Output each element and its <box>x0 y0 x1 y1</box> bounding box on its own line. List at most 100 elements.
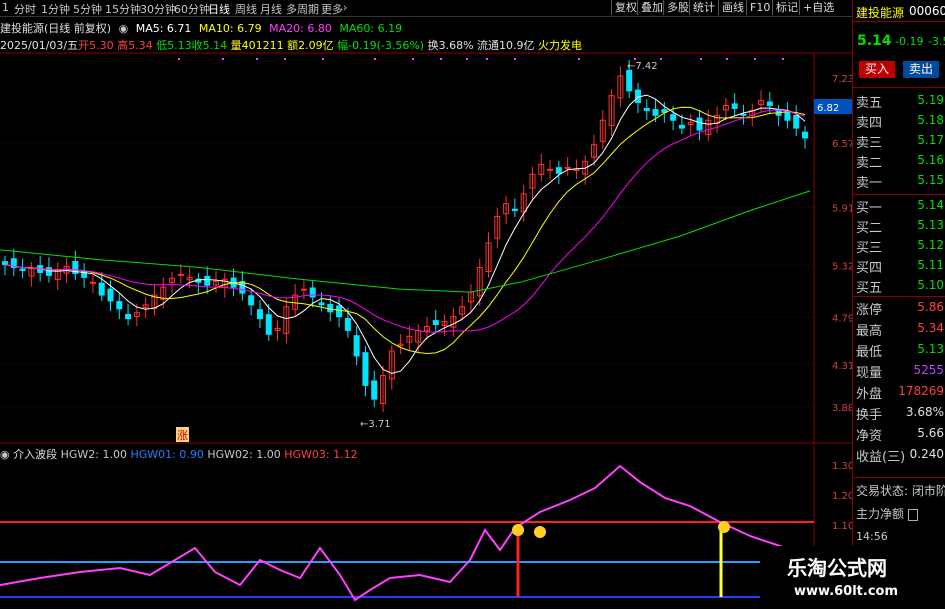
settings-icon[interactable]: ◉ <box>0 448 10 461</box>
stat-label: 最高 <box>856 324 883 339</box>
candle-body <box>265 314 272 335</box>
price-axis-label: 4.31 <box>832 361 852 372</box>
candle-body <box>327 303 334 313</box>
ask-row[interactable]: 卖一 5.15 <box>856 172 944 191</box>
signal-dot <box>322 58 324 60</box>
bid-row[interactable]: 买二 5.13 <box>856 217 944 236</box>
indicator-line <box>0 464 806 602</box>
tab-weekly[interactable]: 周线 <box>235 1 257 17</box>
tab-more[interactable]: 更多 <box>321 1 343 17</box>
settings-icon[interactable]: ◉ <box>119 22 129 35</box>
candle-body <box>555 167 562 174</box>
bid-row[interactable]: 买三 5.12 <box>856 237 944 256</box>
price-axis-label: 5.32 <box>832 262 852 273</box>
stat-value: 0.240 <box>909 447 944 461</box>
stats-button[interactable]: 统计 <box>689 0 718 15</box>
bid-row[interactable]: 买五 5.10 <box>856 277 944 296</box>
tab-60min[interactable]: 60分钟 <box>174 1 210 17</box>
f10-button[interactable]: F10 <box>746 0 773 15</box>
stat-label: 现量 <box>856 366 883 381</box>
stat-row: 涨停 5.86 <box>856 299 944 318</box>
bar-amount: 额2.09亿 <box>287 39 334 52</box>
ask-row[interactable]: 卖二 5.16 <box>856 152 944 171</box>
signal-dot <box>374 58 376 60</box>
bid-row[interactable]: 买四 5.11 <box>856 257 944 276</box>
ob-price: 5.11 <box>917 258 944 272</box>
main-net-row[interactable]: 主力净额 <box>856 505 918 522</box>
ob-price: 5.16 <box>917 153 944 167</box>
ma-legend: 建投能源(日线 前复权) ◉ MA5: 6.71 MA10: 6.79 MA20… <box>0 20 406 35</box>
more-chevron-icon[interactable]: › <box>343 1 347 14</box>
candle-body <box>432 320 439 326</box>
toolbar-item-1[interactable]: 1 <box>2 1 9 14</box>
ob-label: 卖五 <box>856 96 883 111</box>
candle-body <box>204 275 211 286</box>
stat-row: 现量 5255 <box>856 362 944 381</box>
tab-daily[interactable]: 日线 <box>208 1 230 17</box>
ask-row[interactable]: 卖四 5.18 <box>856 112 944 131</box>
ob-price: 5.12 <box>917 238 944 252</box>
tab-1min[interactable]: 1分钟 <box>41 1 70 17</box>
adjust-button[interactable]: 复权 <box>611 0 640 15</box>
signal-dot <box>754 58 756 60</box>
candle-body <box>740 113 747 116</box>
multi-stock-button[interactable]: 多股 <box>663 0 692 15</box>
mark-button[interactable]: 标记 <box>772 0 801 15</box>
ob-price: 5.13 <box>917 218 944 232</box>
sell-button[interactable]: 卖出 <box>903 61 939 78</box>
ask-row[interactable]: 卖五 5.19 <box>856 92 944 111</box>
stat-value: 5255 <box>913 363 944 377</box>
stat-label: 收益(三) <box>856 450 906 465</box>
add-favorite-button[interactable]: +自选 <box>799 0 837 15</box>
watermark-url: www.60lt.com <box>794 584 899 599</box>
bar-open: 开5.30 <box>78 39 114 52</box>
ob-label: 买三 <box>856 241 883 256</box>
kline-chart[interactable]: 7.23 6.57 5.91 5.32 4.79 4.31 3.88 ←7.42 ←3.71 6.… <box>0 0 852 609</box>
candle-body <box>125 314 132 320</box>
trade-status: 交易状态: 闭市阶 <box>856 484 945 498</box>
watermark-title: 乐淘公式网 <box>787 556 887 580</box>
price-axis-label: 3.88 <box>832 403 852 414</box>
signal-dot <box>634 58 636 60</box>
candle-body <box>802 131 808 139</box>
indicator-axis-label: 1.10 <box>832 521 852 532</box>
tab-monthly[interactable]: 月线 <box>260 1 282 17</box>
stat-row: 最高 5.34 <box>856 320 944 339</box>
indicator-legend: ◉ 介入波段 HGW2: 1.00 HGW01: 0.90 HGW02: 1.0… <box>0 446 358 462</box>
tab-5min[interactable]: 5分钟 <box>73 1 102 17</box>
tab-15min[interactable]: 15分钟 <box>105 1 141 17</box>
candle-body <box>116 301 123 310</box>
signal-dot <box>700 58 702 60</box>
bar-info: 2025/01/03/五开5.30 高5.34 低5.13收5.14 量4012… <box>0 37 582 52</box>
bid-row[interactable]: 买一 5.14 <box>856 197 944 216</box>
stat-value: 3.68% <box>905 405 944 419</box>
bar-date: 2025/01/03/五 <box>0 39 79 52</box>
bar-high: 高5.34 <box>117 39 153 52</box>
overlay-button[interactable]: 叠加 <box>637 0 666 15</box>
tab-30min[interactable]: 30分钟 <box>140 1 176 17</box>
toggle-icon[interactable] <box>907 508 918 521</box>
candle-body <box>643 107 650 111</box>
ob-label: 卖四 <box>856 116 883 131</box>
indicator-axis-label: 1.20 <box>832 491 852 502</box>
draw-line-button[interactable]: 画线 <box>718 0 747 15</box>
indicator-name[interactable]: 介入波段 <box>13 448 57 461</box>
up-marker-label: 涨 <box>177 429 188 442</box>
candle-body <box>177 273 184 276</box>
candle-body <box>547 168 554 171</box>
price-change-pct: -3.56% <box>928 35 945 48</box>
signal-dot <box>256 58 258 60</box>
ask-row[interactable]: 卖三 5.17 <box>856 132 944 151</box>
tab-multi-period[interactable]: 多周期 <box>286 1 319 17</box>
candle-body <box>2 261 8 266</box>
tab-timeshare[interactable]: 分时 <box>14 1 36 17</box>
signal-dot <box>466 58 468 60</box>
signal-dot <box>440 58 442 60</box>
current-price-tag-label: 6.82 <box>817 103 839 114</box>
price-change: -0.19 <box>895 35 924 48</box>
buy-button[interactable]: 买入 <box>859 61 895 78</box>
stat-value: 5.66 <box>917 426 944 440</box>
candle-body <box>300 288 307 291</box>
hgw02-label: HGW02: 1.00 <box>207 448 281 461</box>
stat-value: 5.34 <box>917 321 944 335</box>
